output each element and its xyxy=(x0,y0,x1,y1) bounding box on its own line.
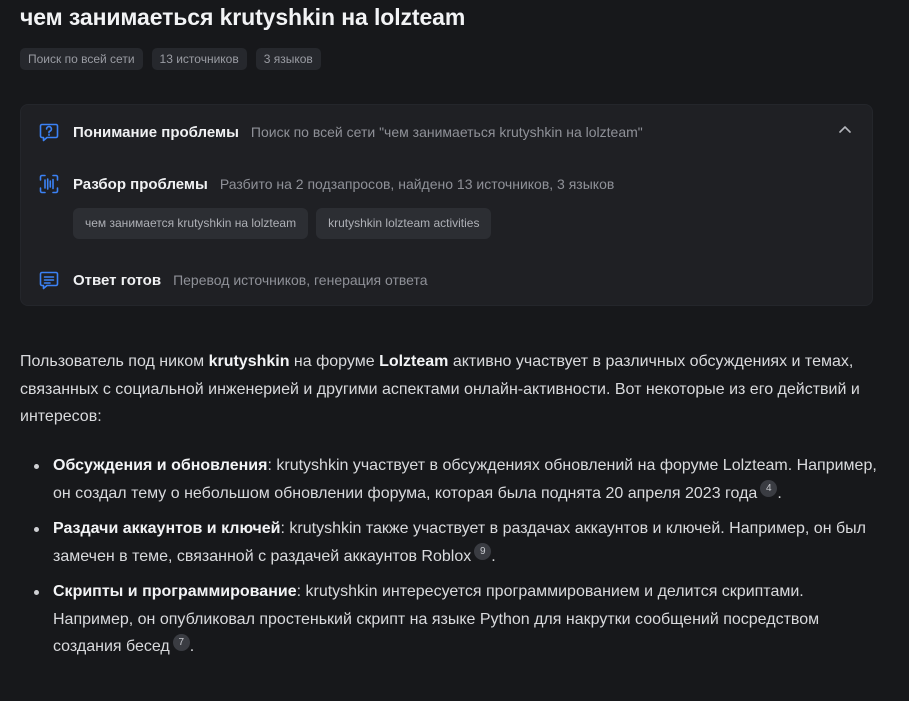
bullet-end: . xyxy=(777,484,782,502)
reasoning-steps-card: Понимание проблемы Поиск по всей сети "ч… xyxy=(20,104,873,306)
citation-badge[interactable]: 4 xyxy=(760,480,778,498)
bullet-title: Скрипты и программирование xyxy=(53,583,297,600)
scan-icon xyxy=(39,174,59,194)
answer-intro: Пользователь под ником krutyshkin на фор… xyxy=(20,348,880,431)
bullet-title: Обсуждения и обновления xyxy=(53,457,268,474)
question-bubble-icon xyxy=(39,122,59,142)
citation-badge[interactable]: 7 xyxy=(172,633,190,651)
subquery-pill[interactable]: krutyshkin lolzteam activities xyxy=(316,208,492,239)
subquery-pill[interactable]: чем занимается krutyshkin на lolzteam xyxy=(73,208,309,239)
step-ready-desc: Перевод источников, генерация ответа xyxy=(173,272,428,288)
step-analysis-desc: Разбито на 2 подзапросов, найдено 13 ист… xyxy=(219,176,615,192)
answer-intro-text: на форуме xyxy=(289,353,380,370)
chevron-up-icon xyxy=(839,126,851,133)
step-ready: Ответ готов Перевод источников, генераци… xyxy=(39,270,428,290)
step-analysis-title: Разбор проблемы xyxy=(73,175,208,193)
list-item: Раздачи аккаунтов и ключей: krutyshkin т… xyxy=(20,515,880,570)
page-title: чем занимаеться krutyshkin на lolzteam xyxy=(20,4,466,30)
step-analysis: Разбор проблемы Разбито на 2 подзапросов… xyxy=(39,174,614,194)
chip-languages: 3 языков xyxy=(255,48,321,70)
citation-badge[interactable]: 9 xyxy=(474,543,492,561)
collapse-button[interactable] xyxy=(838,123,852,137)
answer-forum-name: Lolzteam xyxy=(379,353,449,370)
answer-intro-text: Пользователь под ником xyxy=(20,353,209,370)
bullet-end: . xyxy=(491,547,496,565)
bullet-title: Раздачи аккаунтов и ключей xyxy=(53,520,281,537)
search-answer-page: чем занимаеться krutyshkin на lolzteam П… xyxy=(0,0,909,701)
step-understanding-desc: Поиск по всей сети "чем занимаеться krut… xyxy=(250,124,643,140)
subqueries: чем занимается krutyshkin на lolzteam kr… xyxy=(73,208,492,239)
list-item: Обсуждения и обновления: krutyshkin учас… xyxy=(20,452,880,507)
answer-bullets: Обсуждения и обновления: krutyshkin учас… xyxy=(20,452,880,669)
step-ready-title: Ответ готов xyxy=(73,271,162,289)
chip-sources[interactable]: 13 источников xyxy=(151,48,247,70)
meta-chips: Поиск по всей сети 13 источников 3 языко… xyxy=(20,48,321,70)
step-understanding: Понимание проблемы Поиск по всей сети "ч… xyxy=(39,122,643,142)
chip-scope: Поиск по всей сети xyxy=(20,48,143,70)
step-understanding-title: Понимание проблемы xyxy=(73,123,239,141)
bullet-end: . xyxy=(189,638,195,655)
list-item: Скрипты и программирование: krutyshkin и… xyxy=(20,578,880,661)
message-lines-icon xyxy=(39,270,59,290)
answer-username: krutyshkin xyxy=(208,353,290,370)
